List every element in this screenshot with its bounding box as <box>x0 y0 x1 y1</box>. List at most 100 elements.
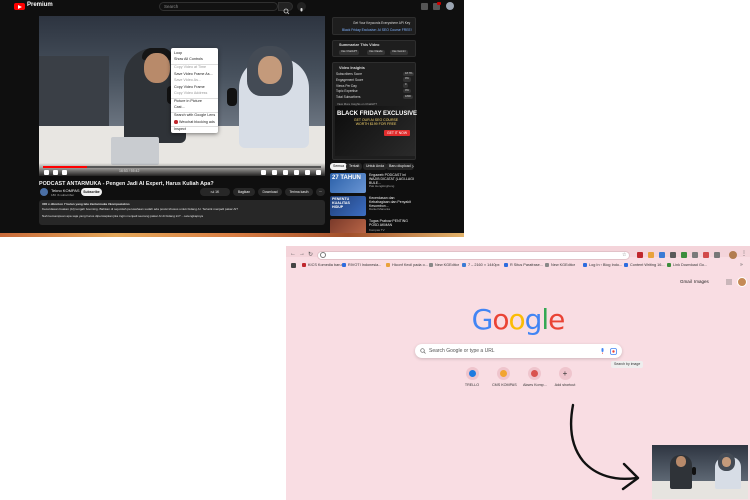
subscribe-button[interactable]: Subscribe <box>81 188 102 196</box>
images-link[interactable]: Images <box>694 279 709 284</box>
bookmark-item[interactable]: 7 – 2160 × 1440px <box>462 263 500 267</box>
chip-semua[interactable]: Semua <box>330 163 348 170</box>
chevron-right-icon[interactable]: › <box>412 164 414 170</box>
youtube-logo-icon[interactable] <box>14 3 25 10</box>
channel-subscribers: 180 rb subscriber <box>51 193 75 197</box>
extension-icon[interactable] <box>637 252 643 258</box>
gmail-link[interactable]: Gmail <box>680 279 692 284</box>
voice-search-icon[interactable] <box>600 347 605 355</box>
forward-icon[interactable]: → <box>299 251 305 257</box>
more-actions-button[interactable]: ⋯ <box>316 188 325 196</box>
shortcut-icon-circle: + <box>558 367 572 380</box>
download-button[interactable]: Download <box>258 188 282 196</box>
apps-grid-icon[interactable] <box>291 263 296 268</box>
ad-cta-button[interactable]: GET IT NOW <box>384 130 410 136</box>
like-button[interactable]: 👍︎ 1K <box>200 188 230 196</box>
bookmark-star-icon[interactable]: ☆ <box>622 252 626 258</box>
context-menu-item[interactable]: Loop <box>174 51 182 55</box>
bookmark-item[interactable]: RIVOTI Indonesia... <box>342 263 381 267</box>
video-frame-face <box>144 53 170 83</box>
bookmark-favicon-icon <box>302 263 306 267</box>
next-icon[interactable] <box>53 170 58 175</box>
bookmark-item[interactable]: New KGEditor <box>429 263 459 267</box>
bookmark-item[interactable]: Log In ‹ Blog Indo... <box>583 263 622 267</box>
extension-icon[interactable] <box>659 252 665 258</box>
puzzle-icon[interactable] <box>714 252 720 258</box>
bookmark-item[interactable]: New KGEditor <box>545 263 575 267</box>
volume-icon[interactable] <box>62 170 67 175</box>
create-icon[interactable] <box>421 3 428 10</box>
chrome-menu-icon[interactable]: ⋮ <box>741 250 747 257</box>
recommendation-channel: Pak Hengkinghung <box>369 184 395 188</box>
miniplayer-icon[interactable] <box>294 170 299 175</box>
extension-icon[interactable] <box>703 252 709 258</box>
context-menu-item[interactable]: Show All Controls <box>174 57 203 61</box>
bookmark-item[interactable]: Content Writing 16... <box>624 263 665 267</box>
extension-banner[interactable]: Get Your Keywords Everywhere API Key <box>353 21 410 25</box>
extension-icon[interactable] <box>681 252 687 258</box>
shortcut-label: CMS KOMPAS <box>492 383 517 387</box>
extension-icon[interactable] <box>692 252 698 258</box>
desktop-wallpaper-strip <box>0 233 464 237</box>
fullscreen-icon[interactable] <box>316 170 321 175</box>
hand-drawn-arrow <box>569 403 640 491</box>
bookmark-label: R Situs Parafrase... <box>510 263 543 267</box>
context-menu-item[interactable]: Wecchat blocking ads <box>179 120 215 124</box>
bookmark-item[interactable]: Link Download Go... <box>667 263 707 267</box>
reload-icon[interactable]: ↻ <box>308 251 313 258</box>
chip-terkait[interactable]: Terkait <box>346 163 363 170</box>
recommendation-thumbnail[interactable]: PENENTU KUALITAS HIDUP <box>330 196 366 216</box>
avatar[interactable] <box>729 251 737 259</box>
channel-avatar[interactable] <box>40 188 48 196</box>
shortcut-trello[interactable]: TRELLO <box>461 367 483 387</box>
context-menu-item[interactable]: Picture in Picture <box>174 99 202 103</box>
use-chatgpt-button[interactable]: Use ChatGPT <box>339 50 360 55</box>
google-apps-icon[interactable] <box>726 279 732 285</box>
bookmark-item[interactable]: Hiconf Kecil pada o... <box>386 263 428 267</box>
thanks-button[interactable]: Terima kasih <box>285 188 313 196</box>
picture-in-picture-window[interactable] <box>652 445 748 499</box>
bookmark-item[interactable]: R Situs Parafrase... <box>504 263 543 267</box>
context-menu-item[interactable]: Copy Video Frame <box>174 85 205 89</box>
shortcut-cms-kompas[interactable]: CMS KOMPAS <box>492 367 517 387</box>
back-icon[interactable]: ← <box>290 251 296 257</box>
recommendation-title[interactable]: Tugas Prabow PENTING POSD AKMAN <box>369 219 414 227</box>
address-bar[interactable] <box>317 251 630 260</box>
shortcut-add[interactable]: + Add shortcut <box>554 367 576 387</box>
bookmarks-overflow-icon[interactable]: » <box>740 262 743 268</box>
avatar[interactable] <box>446 2 454 10</box>
use-claude-button[interactable]: Use Claude <box>367 50 385 55</box>
extension-promo-link[interactable]: Black Friday Exclusive: AI SEO Course FR… <box>342 28 412 32</box>
youtube-search-button[interactable] <box>278 2 293 15</box>
bookmark-favicon-icon <box>583 263 587 267</box>
chip-untuk-anda[interactable]: Untuk Anda <box>363 163 388 170</box>
google-icon <box>320 252 326 258</box>
bookmark-favicon-icon <box>429 263 433 267</box>
bookmark-item[interactable]: KICS Komedia baru <box>302 263 342 267</box>
insight-label: Total Subscribers <box>336 95 361 100</box>
play-icon[interactable] <box>44 170 49 175</box>
microphone-icon[interactable] <box>297 2 306 12</box>
recommendation-thumbnail[interactable]: 27 TAHUN <box>330 173 366 193</box>
google-search-box[interactable]: Search Google or type a URL <box>415 344 622 358</box>
shortcut-akses-komp[interactable]: Akses Komp... <box>523 367 547 387</box>
chip-baru-diupload[interactable]: Baru diupload <box>386 163 414 170</box>
autoplay-icon[interactable] <box>261 170 266 175</box>
settings-icon[interactable] <box>283 170 288 175</box>
google-lens-icon[interactable] <box>610 347 617 355</box>
subtitles-icon[interactable] <box>272 170 277 175</box>
youtube-search-input[interactable]: Search <box>159 2 278 11</box>
context-menu-item[interactable]: Save Video Frame As... <box>174 72 213 76</box>
share-button[interactable]: Bagikan <box>233 188 255 196</box>
context-menu-item[interactable]: Cast... <box>174 105 185 109</box>
use-gemini-button[interactable]: Use Gemini <box>390 50 408 55</box>
extension-icon[interactable] <box>670 252 676 258</box>
extension-icon[interactable] <box>648 252 654 258</box>
profile-avatar[interactable] <box>737 277 747 287</box>
theater-icon[interactable] <box>305 170 310 175</box>
youtube-brand[interactable]: Premium <box>27 2 53 8</box>
context-menu-item[interactable]: Inspect <box>174 127 186 131</box>
summarize-title: Summarize This Video <box>339 43 380 47</box>
bookmark-favicon-icon <box>545 263 549 267</box>
context-menu-item[interactable]: Search with Google Lens <box>174 113 215 117</box>
